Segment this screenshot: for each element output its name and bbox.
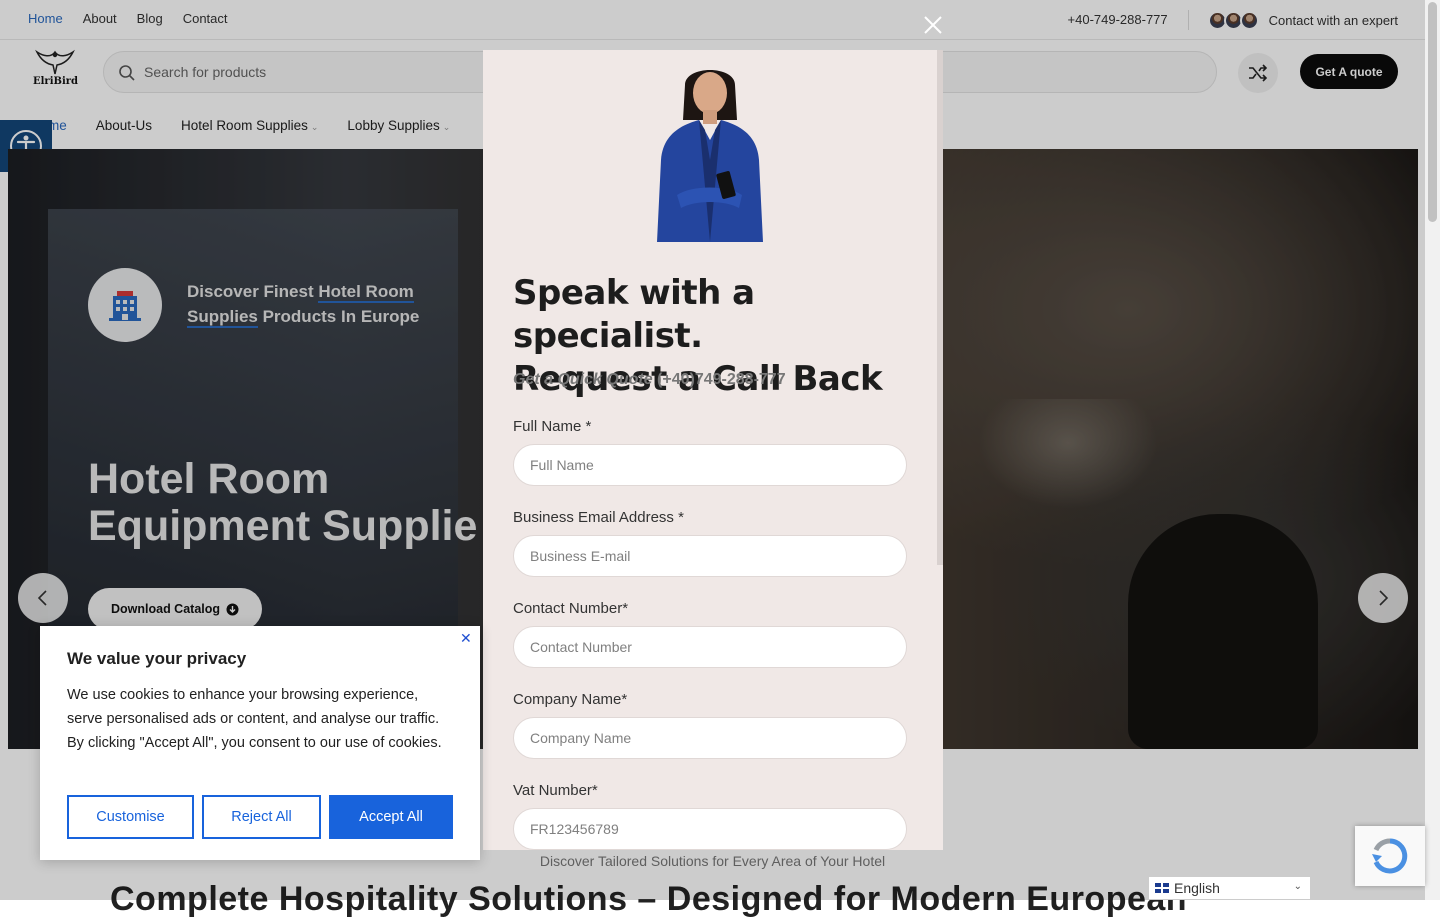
recaptcha-icon — [1372, 838, 1408, 874]
contact-number-label: Contact Number* — [513, 600, 629, 617]
modal-scrollbar[interactable] — [937, 50, 943, 565]
close-icon[interactable] — [921, 13, 945, 37]
specialist-photo — [657, 70, 763, 242]
company-name-label: Company Name* — [513, 691, 628, 708]
scrollbar-thumb[interactable] — [1428, 2, 1437, 222]
page-scrollbar[interactable] — [1425, 0, 1440, 900]
company-name-field[interactable]: Company Name — [513, 717, 907, 759]
vat-number-field[interactable]: FR123456789 — [513, 808, 907, 850]
vat-number-label: Vat Number* — [513, 782, 598, 799]
uk-flag-icon — [1155, 883, 1169, 893]
cookie-close-icon[interactable]: ✕ — [460, 630, 472, 647]
email-field[interactable]: Business E-mail — [513, 535, 907, 577]
email-label: Business Email Address * — [513, 509, 684, 526]
quick-quote-phone[interactable]: (+40)749-288-777 — [657, 371, 786, 388]
quick-quote-label: Get a Quick Quote — [513, 371, 653, 388]
accept-all-button[interactable]: Accept All — [329, 795, 453, 839]
language-label: English — [1174, 880, 1220, 896]
customise-button[interactable]: Customise — [67, 795, 194, 839]
cookie-title: We value your privacy — [67, 649, 247, 668]
cookie-text: We use cookies to enhance your browsing … — [67, 687, 442, 751]
callback-modal: Speak with a specialist. Request a Call … — [483, 50, 943, 850]
reject-all-button[interactable]: Reject All — [202, 795, 321, 839]
full-name-label: Full Name * — [513, 418, 592, 435]
contact-number-field[interactable]: Contact Number — [513, 626, 907, 668]
recaptcha-badge[interactable] — [1355, 826, 1425, 886]
language-selector[interactable]: English ⌄ — [1148, 876, 1311, 900]
cookie-banner: ✕ We value your privacy We use cookies t… — [40, 626, 480, 860]
full-name-field[interactable]: Full Name — [513, 444, 907, 486]
quick-quote-line: Get a Quick Quote (+40)749-288-777 — [513, 371, 786, 389]
chevron-down-icon: ⌄ — [1293, 881, 1302, 892]
modal-title-line: Speak with a specialist. — [513, 273, 755, 356]
